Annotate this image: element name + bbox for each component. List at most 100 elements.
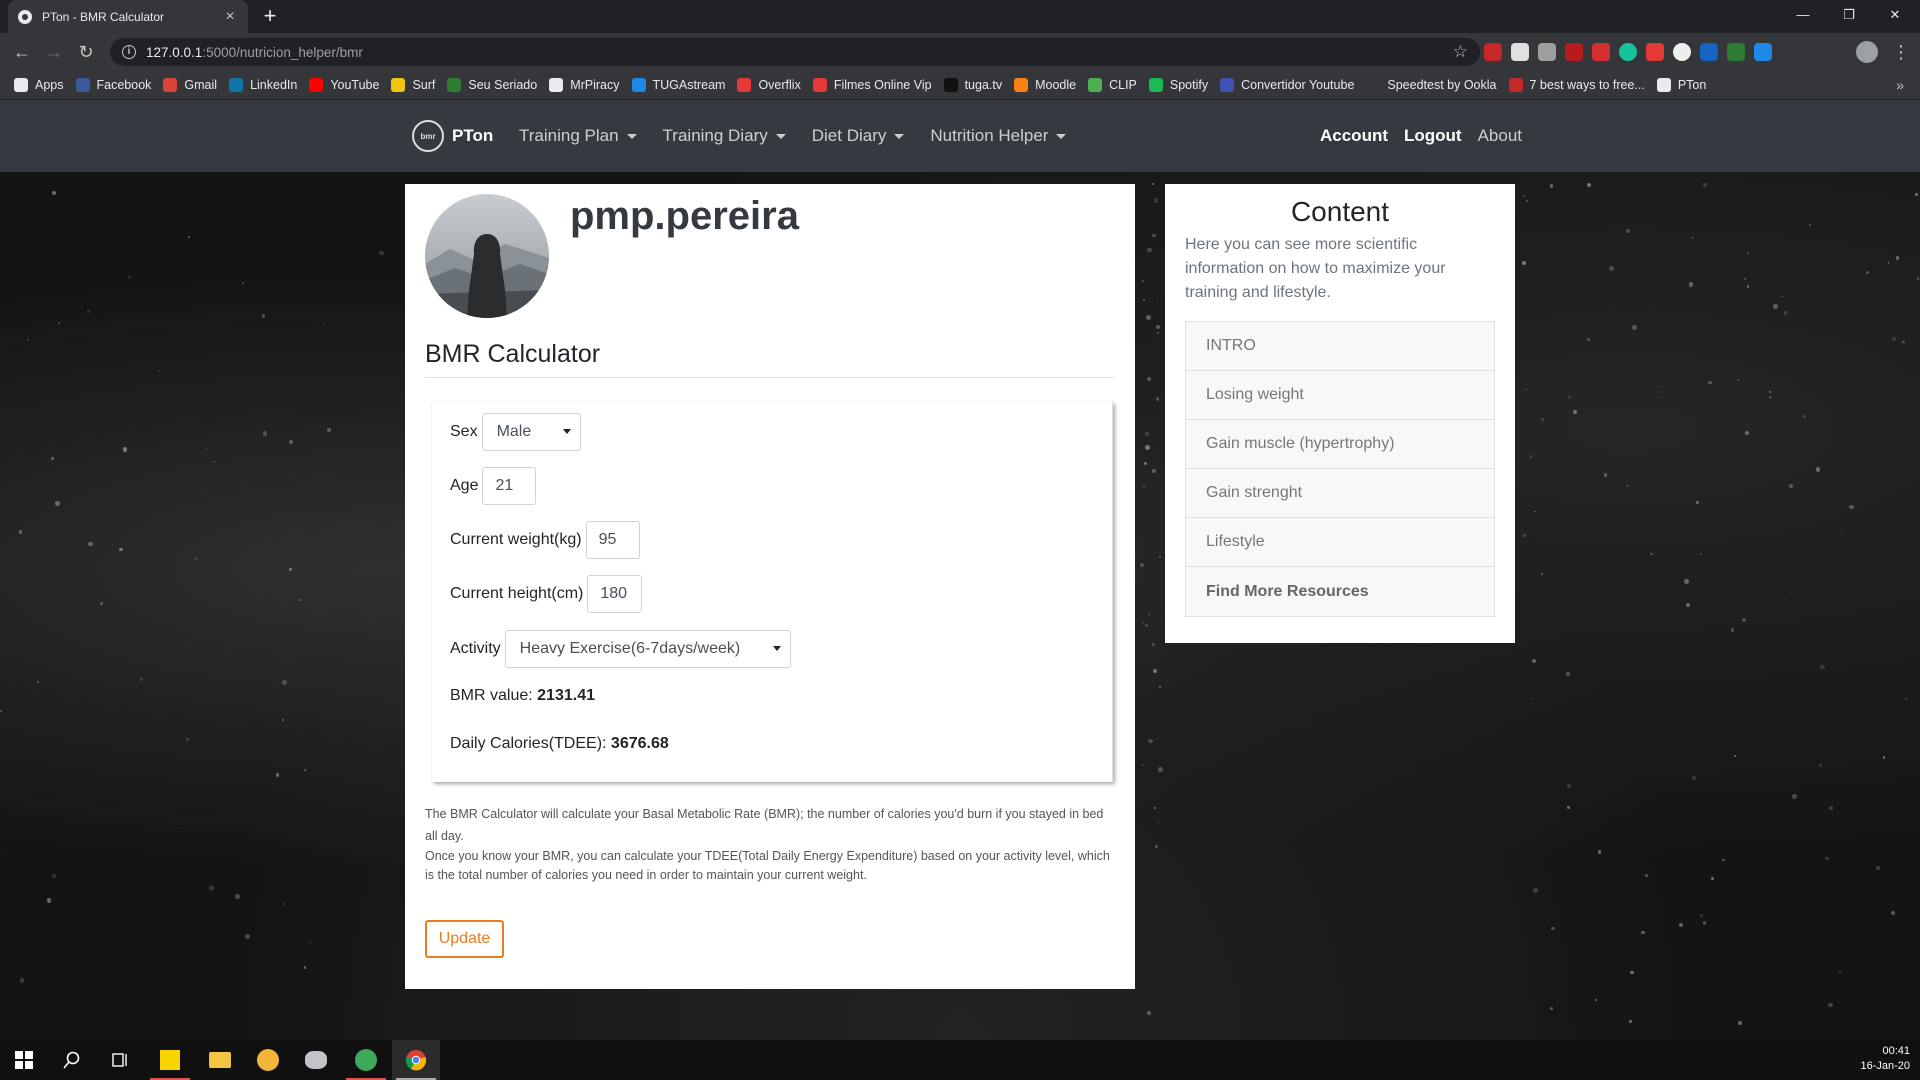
bookmark-favicon-icon: [447, 78, 462, 92]
chrome-taskbar-icon[interactable]: [392, 1040, 440, 1080]
bookmark-item[interactable]: Convertidor Youtube: [1220, 78, 1354, 92]
background-speck: [1152, 301, 1154, 303]
extension-icon[interactable]: [1673, 43, 1691, 61]
forward-arrow-icon[interactable]: →: [40, 38, 68, 66]
bookmark-item[interactable]: Apps: [14, 78, 64, 92]
sidebar-item-losing-weight[interactable]: Losing weight: [1186, 371, 1494, 420]
drive-extension-icon[interactable]: [1538, 43, 1556, 61]
bookmark-item[interactable]: YouTube: [309, 78, 379, 92]
window-restore-button[interactable]: ❐: [1826, 0, 1872, 30]
bookmark-item[interactable]: Speedtest by Ookla: [1366, 78, 1497, 92]
background-speck: [1151, 182, 1154, 185]
new-tab-button[interactable]: +: [258, 4, 282, 28]
extension-icon[interactable]: [1646, 43, 1664, 61]
sidebar-item-gain-strength[interactable]: Gain strenght: [1186, 469, 1494, 518]
background-speck: [1882, 756, 1886, 760]
sidebar-item-gain-muscle[interactable]: Gain muscle (hypertrophy): [1186, 420, 1494, 469]
window-minimize-button[interactable]: —: [1780, 0, 1826, 30]
bookmark-label: Convertidor Youtube: [1241, 78, 1355, 92]
logout-link[interactable]: Logout: [1404, 126, 1462, 146]
bookmark-item[interactable]: Seu Seriado: [447, 78, 537, 92]
bookmark-favicon-icon: [631, 78, 646, 92]
address-bar[interactable]: i 127.0.0.1:5000/nutricion_helper/bmr ☆: [110, 38, 1480, 66]
shield-extension-icon[interactable]: [1727, 43, 1745, 61]
zip-extension-icon[interactable]: [1700, 43, 1718, 61]
activity-select[interactable]: Heavy Exercise(6-7days/week): [504, 630, 791, 668]
about-link[interactable]: About: [1478, 126, 1522, 146]
sidebar-item-intro[interactable]: INTRO: [1186, 322, 1494, 371]
age-input[interactable]: 21: [482, 467, 537, 505]
bookmarks-more-icon[interactable]: »: [1896, 77, 1904, 93]
brand-link[interactable]: bmr PTon: [412, 120, 493, 152]
bookmark-favicon-icon: [309, 78, 324, 92]
background-speck: [1738, 1021, 1742, 1025]
profile-avatar-icon[interactable]: [1856, 41, 1878, 63]
browser-tab[interactable]: PTon - BMR Calculator ×: [8, 0, 248, 33]
nav-diet-diary[interactable]: Diet Diary: [812, 126, 905, 146]
background-speck: [281, 718, 285, 722]
extension-icon[interactable]: [1592, 43, 1610, 61]
bookmarks-bar: Apps Facebook Gmail LinkedIn YouTube Surf Seu …: [0, 71, 1920, 100]
tab-close-icon[interactable]: ×: [222, 8, 238, 26]
nav-label: Nutrition Helper: [930, 126, 1049, 145]
background-speck: [213, 460, 215, 463]
reload-icon[interactable]: ↻: [72, 38, 100, 66]
update-button[interactable]: Update: [425, 920, 504, 958]
nav-training-plan[interactable]: Training Plan: [519, 126, 637, 146]
background-speck: [1788, 483, 1793, 488]
pdf-extension-icon[interactable]: [1565, 43, 1583, 61]
bookmark-star-icon[interactable]: ☆: [1453, 42, 1468, 62]
app-icon[interactable]: [292, 1040, 340, 1080]
background-speck: [1904, 697, 1907, 701]
extension-icon[interactable]: [1511, 43, 1529, 61]
start-windows-icon[interactable]: [0, 1040, 48, 1080]
task-view-icon[interactable]: [96, 1040, 144, 1080]
adblock-extension-icon[interactable]: [1484, 43, 1502, 61]
background-speck: [1791, 794, 1797, 799]
bookmark-item[interactable]: Overflix: [737, 78, 801, 92]
folder-glyph: [209, 1052, 231, 1068]
bookmark-item[interactable]: Moodle: [1014, 78, 1076, 92]
background-speck: [1152, 642, 1156, 646]
file-explorer-icon[interactable]: [196, 1040, 244, 1080]
sex-select[interactable]: Male: [481, 413, 581, 451]
bookmark-item[interactable]: Facebook: [75, 78, 151, 92]
app-icon[interactable]: [342, 1040, 390, 1080]
background-speck: [1691, 775, 1696, 780]
bookmark-item[interactable]: PTon: [1656, 78, 1706, 92]
background-speck: [1148, 738, 1153, 744]
background-speck: [1144, 431, 1149, 436]
bookmark-item[interactable]: Surf: [391, 78, 435, 92]
system-clock[interactable]: 00:41 16-Jan-20: [1860, 1044, 1910, 1074]
app-icon[interactable]: [244, 1040, 292, 1080]
nav-training-diary[interactable]: Training Diary: [663, 126, 786, 146]
bookmark-item[interactable]: Gmail: [163, 78, 217, 92]
site-favicon-icon: [18, 9, 32, 24]
back-arrow-icon[interactable]: ←: [8, 38, 36, 66]
security-extension-icon[interactable]: [1754, 43, 1772, 61]
background-speck: [1818, 763, 1823, 767]
browser-menu-icon[interactable]: ⋮: [1892, 40, 1910, 64]
bookmark-item[interactable]: CLIP: [1088, 78, 1137, 92]
background-speck: [327, 428, 332, 433]
bookmark-item[interactable]: LinkedIn: [229, 78, 297, 92]
background-speck: [0, 710, 2, 712]
search-icon[interactable]: [48, 1040, 96, 1080]
weight-input[interactable]: 95: [585, 521, 640, 559]
grammarly-extension-icon[interactable]: [1619, 43, 1637, 61]
background-speck: [1140, 562, 1144, 567]
bookmark-item[interactable]: MrPiracy: [549, 78, 620, 92]
account-link[interactable]: Account: [1320, 126, 1388, 146]
sidebar-item-find-more-resources[interactable]: Find More Resources: [1186, 567, 1494, 616]
bookmark-item[interactable]: TUGAstream: [631, 78, 725, 92]
bookmark-item[interactable]: Spotify: [1148, 78, 1208, 92]
nav-nutrition-helper[interactable]: Nutrition Helper: [930, 126, 1067, 146]
bookmark-item[interactable]: 7 best ways to free...: [1508, 78, 1645, 92]
site-info-icon[interactable]: i: [122, 45, 136, 59]
window-close-button[interactable]: ✕: [1872, 0, 1918, 30]
height-input[interactable]: 180: [587, 575, 643, 613]
sticky-notes-icon[interactable]: [146, 1040, 194, 1080]
bookmark-item[interactable]: tuga.tv: [943, 78, 1002, 92]
bookmark-item[interactable]: Filmes Online Vip: [812, 78, 932, 92]
sidebar-item-lifestyle[interactable]: Lifestyle: [1186, 518, 1494, 567]
